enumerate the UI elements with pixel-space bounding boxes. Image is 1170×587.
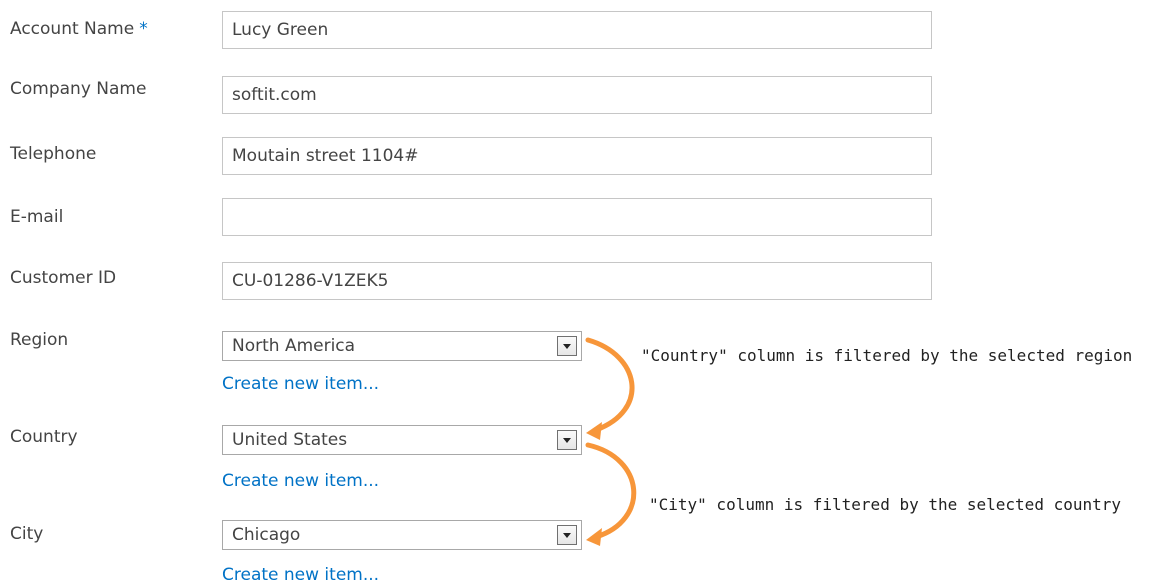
chevron-down-icon[interactable] <box>557 336 577 356</box>
company-name-label: Company Name <box>10 79 147 99</box>
company-name-input[interactable] <box>222 76 932 114</box>
email-label: E-mail <box>10 207 64 227</box>
region-select[interactable]: North America <box>222 331 582 361</box>
account-name-label-text: Account Name <box>10 19 135 39</box>
customer-id-label: Customer ID <box>10 268 117 288</box>
country-filter-annotation: "Country" column is filtered by the sele… <box>641 346 1133 365</box>
required-marker: * <box>139 19 148 39</box>
region-label: Region <box>10 330 69 350</box>
account-name-label: Account Name * <box>10 18 148 40</box>
country-create-new-item-link[interactable]: Create new item... <box>222 470 379 492</box>
country-to-city-arrow <box>585 442 637 540</box>
city-create-new-item-link[interactable]: Create new item... <box>222 564 379 586</box>
email-input[interactable] <box>222 198 932 236</box>
customer-id-input[interactable] <box>222 262 932 300</box>
region-selected-value: North America <box>232 336 356 356</box>
region-to-country-arrow <box>585 337 635 433</box>
telephone-label: Telephone <box>10 144 97 164</box>
arrowhead-icon <box>586 422 602 440</box>
telephone-input[interactable] <box>222 137 932 175</box>
city-select[interactable]: Chicago <box>222 520 582 550</box>
city-filter-annotation: "City" column is filtered by the selecte… <box>649 495 1122 514</box>
city-label: City <box>10 524 44 544</box>
region-create-new-item-link[interactable]: Create new item... <box>222 373 379 395</box>
city-selected-value: Chicago <box>232 525 301 545</box>
country-selected-value: United States <box>232 430 348 450</box>
account-name-input[interactable] <box>222 11 932 49</box>
arrowhead-icon <box>586 528 602 546</box>
country-select[interactable]: United States <box>222 425 582 455</box>
country-label: Country <box>10 427 78 447</box>
chevron-down-icon[interactable] <box>557 525 577 545</box>
chevron-down-icon[interactable] <box>557 430 577 450</box>
